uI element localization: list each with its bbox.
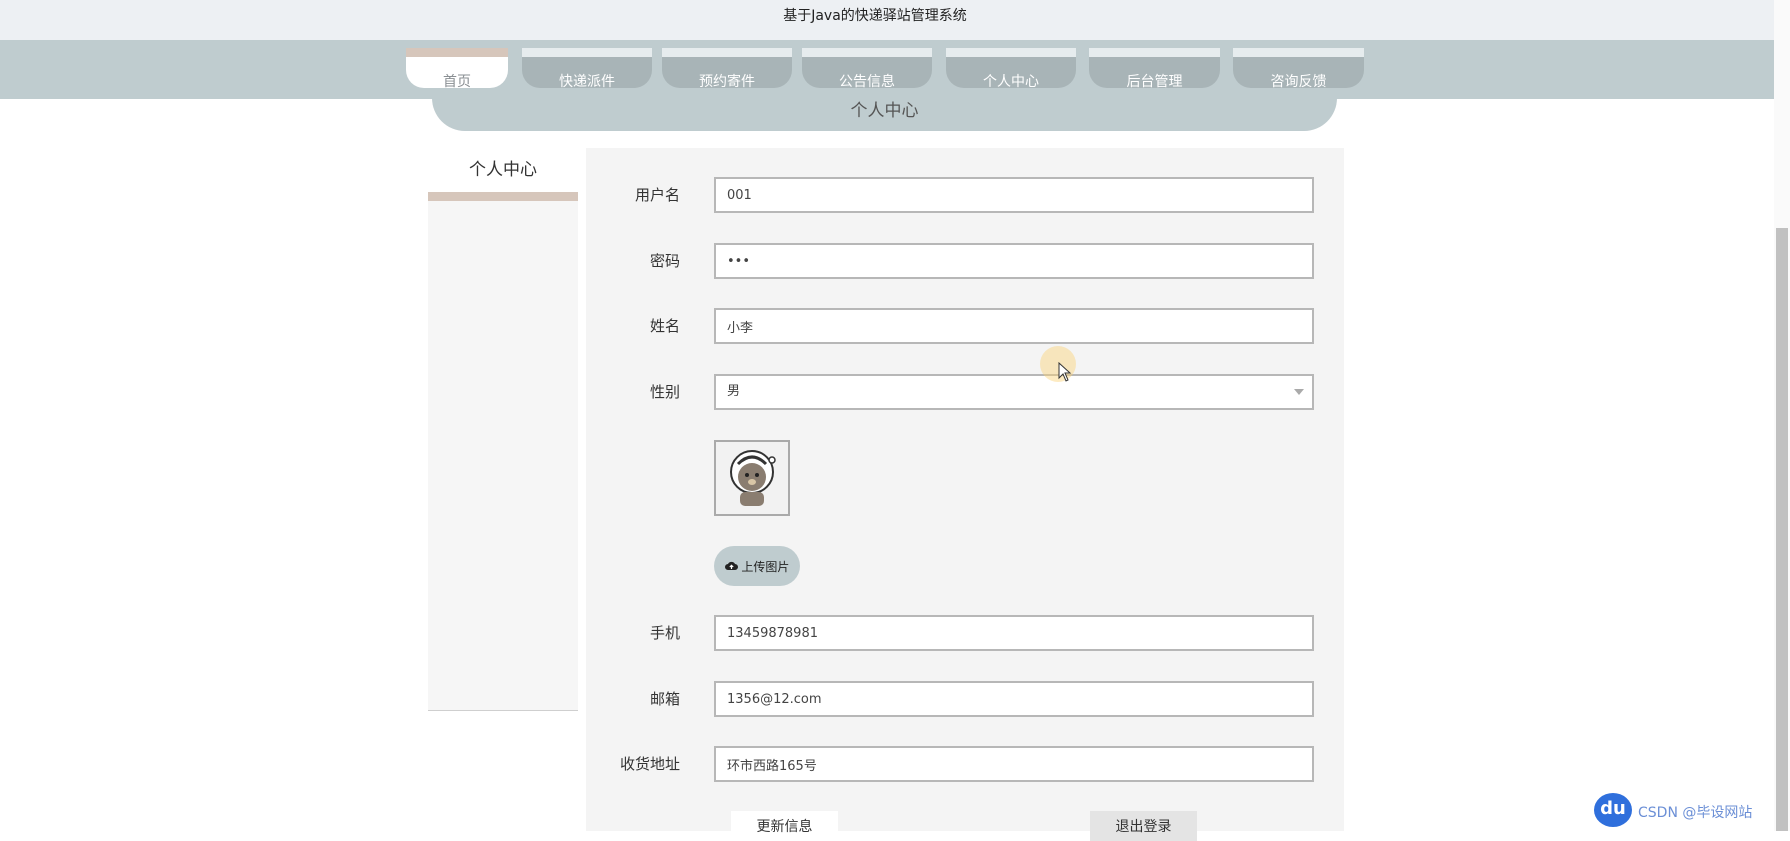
logout-button[interactable]: 退出登录 [1090, 811, 1197, 841]
upload-image-label: 上传图片 [741, 559, 790, 574]
avatar-image [716, 442, 788, 514]
gender-label: 性别 [649, 383, 680, 401]
avatar [714, 440, 790, 516]
nav-tab-home[interactable]: 首页 [406, 48, 508, 90]
mouse-cursor-icon [1058, 362, 1072, 382]
page-title: 个人中心 [432, 98, 1337, 131]
scrollbar-thumb[interactable] [1776, 228, 1788, 831]
username-input[interactable] [714, 177, 1314, 213]
nav-tab-announcements[interactable]: 公告信息 [802, 48, 932, 90]
name-input[interactable] [714, 308, 1314, 344]
cloud-upload-icon [724, 561, 738, 570]
watermark: du CSDN @毕设网站 [1594, 793, 1774, 829]
top-bar: 基于Java的快递驿站管理系统 [0, 0, 1790, 40]
email-input[interactable] [714, 681, 1314, 717]
nav-tab-feedback[interactable]: 咨询反馈 [1233, 48, 1364, 90]
email-label: 邮箱 [649, 690, 680, 708]
name-label: 姓名 [649, 317, 680, 335]
address-input[interactable] [714, 746, 1314, 782]
update-info-button[interactable]: 更新信息 [731, 811, 838, 841]
nav-tab-admin[interactable]: 后台管理 [1089, 48, 1220, 90]
password-label: 密码 [649, 252, 680, 270]
upload-image-button[interactable]: 上传图片 [714, 546, 800, 586]
gender-select-value: 男 [727, 384, 741, 399]
chevron-down-icon [1294, 389, 1304, 395]
sidebar-title[interactable]: 个人中心 [428, 148, 578, 201]
sidebar: 个人中心 [428, 148, 578, 711]
site-title: 基于Java的快递驿站管理系统 [783, 8, 967, 24]
nav-tab-delivery[interactable]: 快递派件 [522, 48, 652, 90]
nav-tab-booking[interactable]: 预约寄件 [662, 48, 792, 90]
username-label: 用户名 [634, 186, 680, 204]
address-label: 收货地址 [619, 755, 680, 773]
password-input[interactable] [714, 243, 1314, 279]
du-logo-icon: du [1594, 793, 1632, 827]
phone-input[interactable] [714, 615, 1314, 651]
gender-select[interactable]: 男 [714, 374, 1314, 410]
watermark-text: CSDN @毕设网站 [1638, 805, 1753, 821]
nav-tab-personal-center[interactable]: 个人中心 [946, 48, 1076, 90]
phone-label: 手机 [649, 624, 680, 642]
page-scrollbar[interactable] [1774, 0, 1790, 831]
